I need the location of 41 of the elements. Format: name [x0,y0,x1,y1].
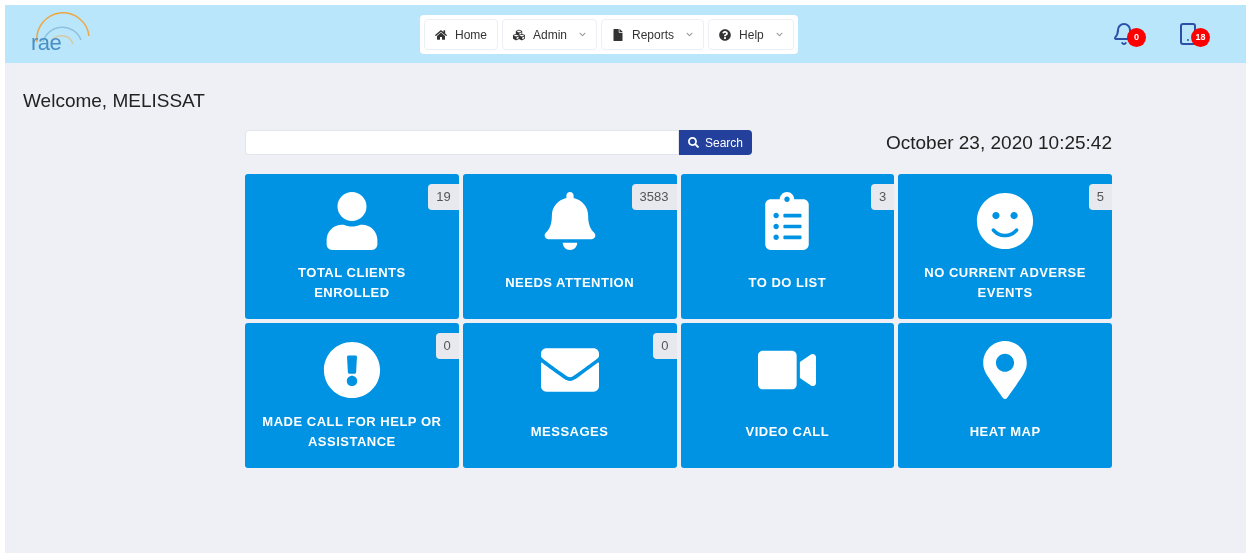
tile-label: NO CURRENT ADVERSE EVENTS [923,264,1087,302]
exclamation-icon [322,341,381,399]
count-badge: 3 [871,184,895,210]
boxes-icon [513,28,525,41]
phone-alert-button[interactable]: 18 [1176,20,1212,48]
count-badge: 19 [428,184,459,210]
home-icon [435,28,447,41]
count-badge: 3583 [631,184,677,210]
count-badge: 0 [435,333,459,359]
tile-label: NEEDS ATTENTION [504,274,636,292]
dashboard-tile[interactable]: 0 MESSAGES [462,323,677,468]
notification-button[interactable]: 0 [1112,20,1148,48]
tile-label: VIDEO CALL [744,423,831,441]
search-field[interactable] [245,130,679,156]
count-badge: 18 [1191,28,1210,47]
welcome-text: Welcome, MELISSAT [23,89,205,113]
tile-label: MESSAGES [529,423,610,441]
nav-button[interactable]: Help [708,19,794,50]
search-icon [688,137,699,149]
nav-button[interactable]: Home [424,19,498,50]
count-badge: 5 [1088,184,1112,210]
dashboard-tile[interactable]: 3583 NEEDS ATTENTION [462,174,677,319]
tile-label: TO DO LIST [747,274,828,292]
help-icon [719,28,732,41]
search-button[interactable]: Search [679,130,753,156]
count-badge: 0 [1127,28,1146,47]
dashboard-tile[interactable]: 19 TOTAL CLIENTS ENROLLED [245,174,459,319]
smiley-icon [976,192,1035,250]
count-badge: 0 [653,333,677,359]
document-icon [612,28,625,41]
tile-label: TOTAL CLIENTS ENROLLED [297,264,407,302]
nav-button[interactable]: Admin [502,19,598,50]
tile-label: HEAT MAP [968,423,1042,441]
tile-label: MADE CALL FOR HELP OR ASSISTANCE [261,413,442,451]
dashboard-tile[interactable]: 5 NO CURRENT ADVERSE EVENTS [898,174,1112,319]
dashboard-tile[interactable]: 3 TO DO LIST [680,174,895,319]
dashboard-tile[interactable]: VIDEO CALL [680,323,895,468]
date-time: October 23, 2020 10:25:42 [885,130,1112,155]
nav-button[interactable]: Reports [601,19,705,50]
dashboard-tile[interactable]: HEAT MAP [898,323,1112,468]
dashboard-tile[interactable]: 0 MADE CALL FOR HELP OR ASSISTANCE [245,323,459,468]
